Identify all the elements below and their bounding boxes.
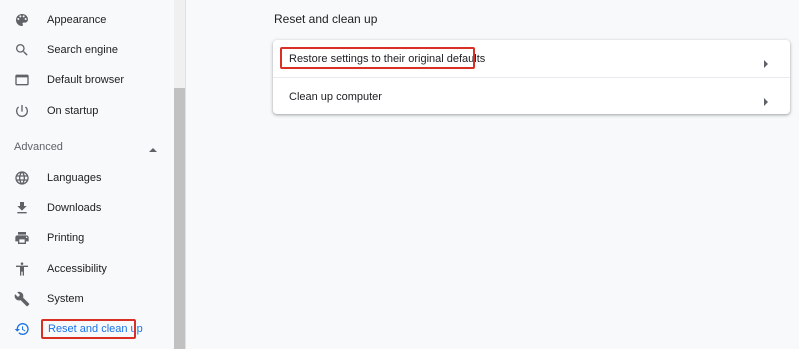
globe-icon (14, 170, 30, 186)
divider (185, 0, 186, 349)
printer-icon (14, 230, 30, 246)
caret-up-icon (148, 142, 158, 152)
browser-icon (14, 72, 30, 88)
download-icon (14, 200, 30, 216)
sidebar-item-label: Accessibility (47, 263, 107, 275)
history-icon (14, 321, 30, 337)
sidebar-item-accessibility[interactable]: Accessibility (0, 254, 174, 284)
reset-card: Restore settings to their original defau… (273, 40, 790, 114)
sidebar-item-label: On startup (47, 105, 99, 117)
wrench-icon (14, 291, 30, 307)
sidebar-item-system[interactable]: System (0, 284, 174, 314)
sidebar-item-label: Downloads (47, 202, 102, 214)
sidebar-item-search-engine[interactable]: Search engine (0, 35, 174, 65)
sidebar-item-appearance[interactable]: Appearance (0, 5, 174, 35)
sidebar-item-label: Search engine (47, 44, 118, 56)
accessibility-icon (14, 261, 30, 277)
sidebar-item-label: Languages (47, 172, 102, 184)
sidebar-item-default-browser[interactable]: Default browser (0, 65, 174, 95)
power-icon (14, 103, 30, 119)
advanced-section-toggle[interactable]: Advanced (0, 132, 174, 162)
page-title: Reset and clean up (274, 12, 378, 26)
sidebar-item-label: Default browser (47, 74, 125, 86)
arrow-right-icon (762, 93, 770, 106)
sidebar: Appearance Search engine Default browser… (0, 0, 174, 349)
sidebar-item-languages[interactable]: Languages (0, 163, 174, 193)
sidebar-item-downloads[interactable]: Downloads (0, 193, 174, 223)
arrow-right-icon (762, 55, 770, 68)
search-icon (14, 42, 30, 58)
sidebar-item-printing[interactable]: Printing (0, 223, 174, 253)
palette-icon (14, 12, 30, 28)
clean-up-computer-label: Clean up computer (289, 90, 382, 103)
highlight-box (41, 319, 136, 339)
advanced-label: Advanced (14, 141, 63, 153)
settings-page: Appearance Search engine Default browser… (0, 0, 799, 349)
clean-up-computer-row[interactable]: Clean up computer (273, 78, 790, 115)
sidebar-item-label: Printing (47, 232, 85, 244)
sidebar-item-label: Appearance (47, 14, 107, 26)
sidebar-item-on-startup[interactable]: On startup (0, 96, 174, 126)
highlight-box (280, 47, 475, 69)
sidebar-item-label: System (47, 293, 84, 305)
scrollbar-thumb[interactable] (174, 88, 185, 349)
